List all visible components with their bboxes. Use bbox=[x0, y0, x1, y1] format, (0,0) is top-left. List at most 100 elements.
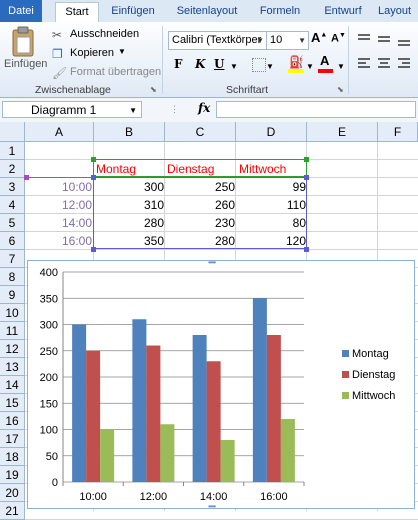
select-all-corner[interactable] bbox=[0, 122, 25, 142]
chevron-down-icon: ▼ bbox=[118, 47, 126, 56]
paint-bucket-icon: ⛽ bbox=[289, 55, 304, 69]
row-header-21[interactable]: 21 bbox=[0, 502, 25, 520]
row-header-15[interactable]: 15 bbox=[0, 394, 25, 412]
row-header-10[interactable]: 10 bbox=[0, 304, 25, 322]
paste-label[interactable]: Einfügen bbox=[4, 58, 47, 70]
header-montag[interactable]: Montag bbox=[96, 160, 136, 178]
range-handle[interactable] bbox=[304, 157, 309, 162]
bar-montag bbox=[192, 335, 207, 482]
legend-label: Dienstag bbox=[352, 369, 395, 381]
row-header-2[interactable]: 2 bbox=[0, 160, 25, 178]
value-cell[interactable]: 350 bbox=[96, 232, 164, 250]
column-header-e[interactable]: E bbox=[307, 122, 378, 142]
row-header-19[interactable]: 19 bbox=[0, 466, 25, 484]
row-header-6[interactable]: 6 bbox=[0, 232, 25, 250]
formula-input[interactable] bbox=[216, 101, 416, 118]
fill-color-button[interactable]: ⛽ bbox=[288, 55, 304, 73]
time-cell[interactable]: 12:00 bbox=[26, 196, 92, 214]
font-name-combo[interactable]: Calibri (Textkörper ▼ bbox=[168, 31, 267, 50]
value-cell[interactable]: 230 bbox=[167, 214, 235, 232]
row-header-14[interactable]: 14 bbox=[0, 376, 25, 394]
x-tick-label: 16:00 bbox=[260, 491, 288, 503]
row-header-18[interactable]: 18 bbox=[0, 448, 25, 466]
x-tick-label: 14:00 bbox=[200, 491, 228, 503]
row-header-7[interactable]: 7 bbox=[0, 250, 25, 268]
row-header-11[interactable]: 11 bbox=[0, 322, 25, 340]
value-cell[interactable]: 260 bbox=[167, 196, 235, 214]
row-header-9[interactable]: 9 bbox=[0, 286, 25, 304]
column-header-c[interactable]: C bbox=[165, 122, 236, 142]
chevron-down-icon[interactable]: ▼ bbox=[306, 62, 314, 71]
row-header-4[interactable]: 4 bbox=[0, 196, 25, 214]
value-cell[interactable]: 300 bbox=[96, 178, 164, 196]
font-color-bar bbox=[318, 69, 333, 73]
dialog-launcher-icon[interactable]: ⬊ bbox=[337, 85, 344, 94]
value-cell[interactable]: 110 bbox=[238, 196, 306, 214]
x-tick-label: 10:00 bbox=[79, 491, 107, 503]
grow-font-button[interactable]: A▲ bbox=[311, 30, 327, 45]
tab-seitenlayout[interactable]: Seitenlayout bbox=[168, 2, 246, 21]
tab-datei[interactable]: Datei bbox=[0, 0, 42, 22]
chevron-down-icon[interactable]: ▼ bbox=[230, 62, 238, 71]
chevron-down-icon[interactable]: ▼ bbox=[266, 62, 274, 71]
column-header-d[interactable]: D bbox=[236, 122, 307, 142]
column-header-a[interactable]: A bbox=[25, 122, 94, 142]
font-group-label: Schriftart bbox=[226, 84, 269, 96]
row-header-5[interactable]: 5 bbox=[0, 214, 25, 232]
group-divider bbox=[348, 26, 349, 94]
bold-button[interactable]: F bbox=[174, 57, 183, 71]
borders-icon[interactable] bbox=[252, 58, 266, 72]
value-cell[interactable]: 280 bbox=[96, 214, 164, 232]
value-cell[interactable]: 120 bbox=[238, 232, 306, 250]
row-header-3[interactable]: 3 bbox=[0, 178, 25, 196]
font-size-combo[interactable]: 10 ▼ bbox=[266, 31, 309, 50]
fill-color-bar bbox=[288, 69, 303, 73]
row-header-12[interactable]: 12 bbox=[0, 340, 25, 358]
value-cell[interactable]: 310 bbox=[96, 196, 164, 214]
bar-mittwoch bbox=[280, 419, 295, 482]
chevron-down-icon[interactable]: ▼ bbox=[337, 62, 345, 71]
chart-object[interactable]: •••• •••• 0 50 100 150 200 250 300 350 400 10:00 1… bbox=[27, 258, 415, 511]
row-header-16[interactable]: 16 bbox=[0, 412, 25, 430]
font-color-button[interactable]: A bbox=[318, 53, 334, 73]
y-tick-label: 0 bbox=[52, 477, 58, 489]
tab-einfuegen[interactable]: Einfügen bbox=[103, 2, 163, 21]
row-header-8[interactable]: 8 bbox=[0, 268, 25, 286]
value-cell[interactable]: 99 bbox=[238, 178, 306, 196]
value-cell[interactable]: 250 bbox=[167, 178, 235, 196]
bar-chart: 0 50 100 150 200 250 300 350 400 10:00 12:00 14:00 1… bbox=[40, 267, 396, 503]
value-cell[interactable]: 280 bbox=[167, 232, 235, 250]
column-header-f[interactable]: F bbox=[378, 122, 418, 142]
value-cell[interactable]: 80 bbox=[238, 214, 306, 232]
tab-entwurf[interactable]: Entwurf bbox=[316, 2, 370, 21]
paste-button[interactable] bbox=[8, 26, 38, 58]
header-dienstag[interactable]: Dienstag bbox=[167, 160, 214, 178]
name-box[interactable]: Diagramm 1 ▼ bbox=[2, 101, 142, 118]
time-cell[interactable]: 16:00 bbox=[26, 232, 92, 250]
column-header-b[interactable]: B bbox=[94, 122, 165, 142]
bar-montag bbox=[132, 319, 147, 482]
shrink-font-button[interactable]: A▼ bbox=[331, 32, 346, 45]
y-tick-label: 400 bbox=[40, 267, 58, 279]
header-mittwoch[interactable]: Mittwoch bbox=[239, 160, 286, 178]
row-header-20[interactable]: 20 bbox=[0, 484, 25, 502]
worksheet-grid[interactable]: ABCDEF 1 2 3 4 5 6 7 8 9 10 11 12 13 14 15 16 17 18 19 20 21… bbox=[0, 122, 418, 520]
bar-mittwoch bbox=[160, 424, 175, 482]
underline-button[interactable]: U bbox=[214, 57, 224, 71]
row-header-17[interactable]: 17 bbox=[0, 430, 25, 448]
y-tick-label: 150 bbox=[40, 398, 58, 410]
insert-function-button[interactable]: fx bbox=[198, 101, 210, 115]
row-header-13[interactable]: 13 bbox=[0, 358, 25, 376]
copy-label: Kopieren bbox=[70, 47, 115, 59]
italic-button[interactable]: K bbox=[195, 57, 205, 71]
dialog-launcher-icon[interactable]: ⬊ bbox=[150, 85, 157, 94]
tab-layout[interactable]: Layout bbox=[378, 2, 418, 21]
scissors-icon: ✂ bbox=[52, 28, 63, 42]
font-name-value: Calibri (Textkörper bbox=[172, 34, 262, 46]
row-header-1[interactable]: 1 bbox=[0, 142, 25, 160]
tab-formeln[interactable]: Formeln bbox=[250, 2, 310, 21]
time-cell[interactable]: 10:00 bbox=[26, 178, 92, 196]
clipboard-group-label: Zwischenablage bbox=[35, 84, 111, 96]
time-cell[interactable]: 14:00 bbox=[26, 214, 92, 232]
tab-start[interactable]: Start bbox=[55, 2, 99, 23]
